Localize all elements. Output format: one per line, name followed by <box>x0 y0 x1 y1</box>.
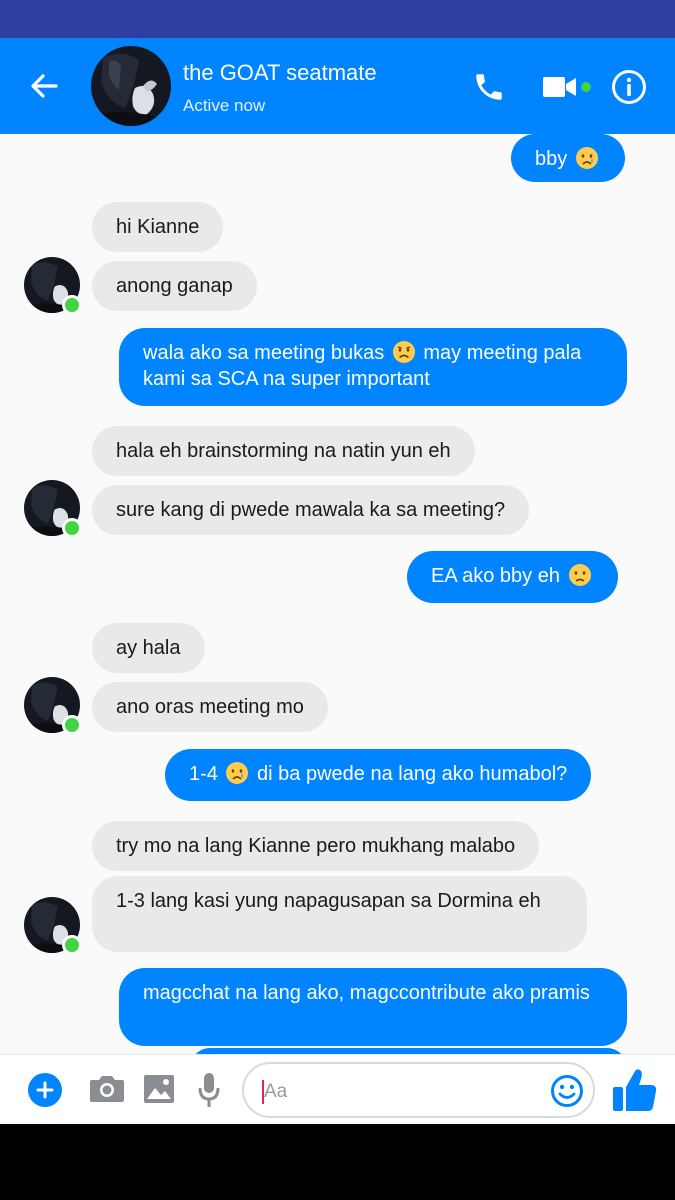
message-input[interactable]: Aa <box>242 1062 595 1118</box>
info-button[interactable] <box>610 68 648 106</box>
message-text: bby <box>535 148 568 170</box>
contact-name[interactable]: the GOAT seatmate <box>183 60 377 86</box>
crying-face-icon <box>575 147 598 169</box>
online-indicator <box>581 82 591 92</box>
sad-face-icon <box>392 341 415 363</box>
sender-avatar[interactable] <box>24 677 82 735</box>
message-thread[interactable]: bby hi Kianne anong ganap wala ako sa me… <box>0 134 675 1054</box>
sender-avatar[interactable] <box>24 897 82 955</box>
voice-message-button[interactable] <box>196 1071 222 1109</box>
gallery-button[interactable] <box>142 1072 176 1106</box>
incoming-message[interactable]: sure kang di pwede mawala ka sa meeting? <box>92 485 530 535</box>
incoming-message[interactable]: try mo na lang Kianne pero mukhang malab… <box>92 821 540 871</box>
outgoing-message[interactable]: magcchat na lang ako, magccontribute ako… <box>119 968 627 1046</box>
incoming-message[interactable]: 1-3 lang kasi yung napagusapan sa Dormin… <box>92 876 587 952</box>
sender-avatar[interactable] <box>24 257 82 315</box>
camera-button[interactable] <box>88 1072 126 1106</box>
outgoing-message[interactable]: 1-4 di ba pwede na lang ako humabol? <box>165 749 592 801</box>
incoming-message[interactable]: hi Kianne <box>92 202 224 252</box>
emoji-button[interactable] <box>550 1074 584 1108</box>
message-text: EA ako bby eh <box>431 565 560 587</box>
crying-face-icon <box>226 762 249 784</box>
status-bar <box>0 0 675 38</box>
system-nav-bar <box>0 1124 675 1200</box>
online-indicator <box>62 518 82 538</box>
active-status: Active now <box>183 96 266 115</box>
message-text: anong ganap <box>116 275 233 297</box>
thumbs-up-icon <box>613 1069 657 1111</box>
message-text: try mo na lang Kianne pero mukhang malab… <box>116 835 516 857</box>
outgoing-message[interactable]: wala ako sa meeting bukas may meeting pa… <box>119 328 627 406</box>
info-icon <box>612 70 646 104</box>
message-composer: Aa <box>0 1054 675 1124</box>
message-text: hi Kianne <box>116 216 200 238</box>
online-indicator <box>62 935 82 955</box>
message-text: 1-3 lang kasi yung napagusapan sa Dormin… <box>116 890 541 912</box>
online-indicator <box>62 295 82 315</box>
incoming-message[interactable]: ay hala <box>92 623 205 673</box>
incoming-message[interactable]: ano oras meeting mo <box>92 682 328 732</box>
contact-avatar[interactable] <box>91 46 171 126</box>
like-button[interactable] <box>610 1065 660 1115</box>
online-indicator <box>62 715 82 735</box>
camera-icon <box>90 1076 124 1102</box>
outgoing-message[interactable]: EA ako bby eh <box>407 551 618 603</box>
avatar-photo <box>91 46 171 126</box>
message-text: sure kang di pwede mawala ka sa meeting? <box>116 499 506 521</box>
message-text: magcchat na lang ako, magccontribute ako… <box>143 982 590 1004</box>
outgoing-message[interactable]: bby <box>511 134 625 182</box>
video-camera-icon <box>543 77 576 97</box>
message-text: ay hala <box>116 637 181 659</box>
sender-avatar[interactable] <box>24 480 82 538</box>
incoming-message[interactable]: hala eh brainstorming na natin yun eh <box>92 426 475 476</box>
voice-call-button[interactable] <box>468 66 510 108</box>
message-text: 1-4 <box>189 763 218 785</box>
message-text: hala eh brainstorming na natin yun eh <box>116 440 451 462</box>
input-placeholder: Aa <box>264 1081 288 1102</box>
back-arrow-icon <box>31 74 58 98</box>
back-button[interactable] <box>22 64 66 108</box>
video-call-button[interactable] <box>540 68 580 106</box>
message-text: wala ako sa meeting bukas <box>143 342 385 364</box>
phone-icon <box>476 74 502 100</box>
plus-icon <box>36 1081 54 1099</box>
incoming-message[interactable]: anong ganap <box>92 261 257 311</box>
more-actions-button[interactable] <box>28 1073 62 1107</box>
chat-header: the GOAT seatmate Active now <box>0 38 675 134</box>
frowning-face-icon <box>568 564 591 586</box>
message-text: ano oras meeting mo <box>116 696 304 718</box>
message-text-continued: di ba pwede na lang ako humabol? <box>257 763 568 785</box>
microphone-icon <box>198 1073 220 1107</box>
smiley-icon <box>551 1075 583 1107</box>
image-icon <box>144 1075 174 1103</box>
